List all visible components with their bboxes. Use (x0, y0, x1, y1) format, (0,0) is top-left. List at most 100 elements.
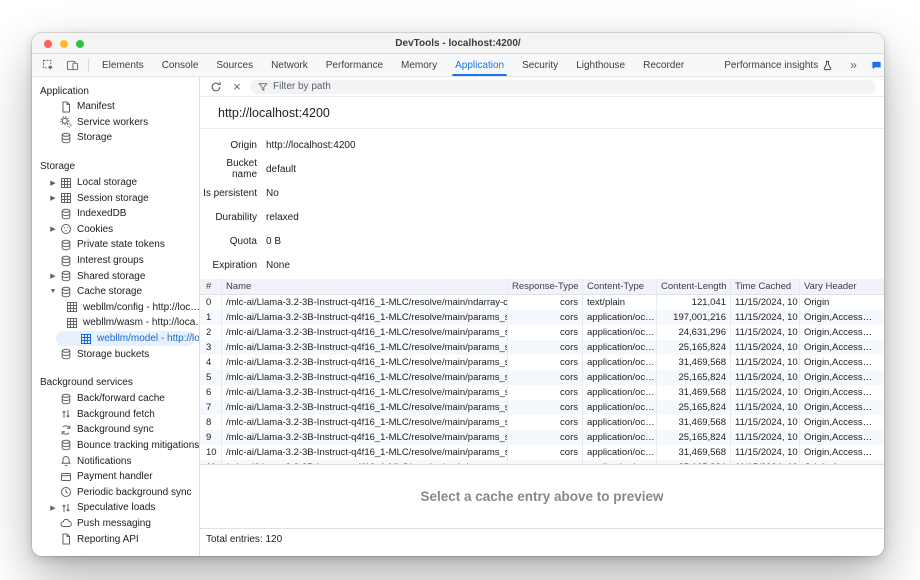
tab-security[interactable]: Security (513, 54, 567, 76)
tab-label: Memory (401, 60, 437, 71)
sidebar-item-payment-handler[interactable]: Payment handler (32, 469, 199, 485)
tab-label: Sources (216, 60, 253, 71)
sidebar-item-speculative-loads[interactable]: ▶Speculative loads (32, 500, 199, 516)
tab-network[interactable]: Network (262, 54, 317, 76)
tab-label: Network (271, 60, 308, 71)
sidebar-item-cache-storage[interactable]: ▼Cache storage (32, 284, 199, 300)
table-row[interactable]: 8/mlc-ai/Llama-3.2-3B-Instruct-q4f16_1-M… (200, 415, 884, 430)
issues-counter[interactable]: 3 (865, 60, 884, 71)
column-header-time-cached[interactable]: Time Cached (731, 279, 800, 294)
detail-row-origin: Originhttp://localhost:4200 (200, 133, 884, 157)
sidebar-item-bounce-tracking-mitigations[interactable]: Bounce tracking mitigations (32, 438, 199, 454)
column-header-vary-header[interactable]: Vary Header (800, 279, 884, 294)
sidebar-item-background-fetch[interactable]: Background fetch (32, 407, 199, 423)
tab-console[interactable]: Console (153, 54, 208, 76)
sidebar-item-shared-storage[interactable]: ▶Shared storage (32, 268, 199, 284)
sidebar-item-webllm-config-http-loc[interactable]: webllm/config - http://loc… (32, 300, 199, 316)
table-row[interactable]: 9/mlc-ai/Llama-3.2-3B-Instruct-q4f16_1-M… (200, 430, 884, 445)
bucket-details: Originhttp://localhost:4200Bucket namede… (200, 129, 884, 279)
tab-sources[interactable]: Sources (207, 54, 262, 76)
sidebar-item-private-state-tokens[interactable]: Private state tokens (32, 237, 199, 253)
refresh-icon[interactable] (208, 79, 224, 95)
cell-name: /mlc-ai/Llama-3.2-3B-Instruct-q4f16_1-ML… (222, 370, 508, 385)
cell-index: 10 (200, 445, 222, 460)
sidebar-item-webllm-model-http-loc[interactable]: webllm/model - http://loc… (56, 331, 195, 347)
tab-elements[interactable]: Elements (93, 54, 153, 76)
cell-time-cached: 11/15/2024, 10… (731, 310, 800, 325)
detail-label: Quota (200, 236, 257, 247)
sidebar-item-label: Back/forward cache (77, 393, 165, 404)
detail-label: Expiration (200, 260, 257, 271)
cell-index: 7 (200, 400, 222, 415)
database-icon (60, 393, 72, 405)
sidebar-item-back-forward-cache[interactable]: Back/forward cache (32, 391, 199, 407)
expander-collapsed-icon[interactable]: ▶ (46, 225, 60, 233)
tab-performance[interactable]: Performance (317, 54, 392, 76)
sidebar-item-label: Background fetch (77, 409, 155, 420)
table-row[interactable]: 4/mlc-ai/Llama-3.2-3B-Instruct-q4f16_1-M… (200, 355, 884, 370)
expander-collapsed-icon[interactable]: ▶ (46, 272, 60, 280)
expander-collapsed-icon[interactable]: ▶ (46, 194, 60, 202)
cell-content-length: 197,001,216 (657, 310, 731, 325)
detail-label: Is persistent (200, 188, 257, 199)
cell-content-type: text/plain (583, 295, 657, 310)
preview-placeholder: Select a cache entry above to preview (420, 489, 663, 504)
sidebar-item-storage-buckets[interactable]: Storage buckets (32, 346, 199, 362)
sidebar-item-storage[interactable]: Storage (32, 130, 199, 146)
table-row[interactable]: 0/mlc-ai/Llama-3.2-3B-Instruct-q4f16_1-M… (200, 295, 884, 310)
tab-lighthouse[interactable]: Lighthouse (567, 54, 634, 76)
table-row[interactable]: 10/mlc-ai/Llama-3.2-3B-Instruct-q4f16_1-… (200, 445, 884, 460)
column-header-[interactable]: # (200, 279, 222, 294)
table-icon (60, 192, 72, 204)
expander-expanded-icon[interactable]: ▼ (46, 288, 60, 295)
tab-recorder[interactable]: Recorder (634, 54, 693, 76)
table-row[interactable]: 5/mlc-ai/Llama-3.2-3B-Instruct-q4f16_1-M… (200, 370, 884, 385)
tab-performance-insights[interactable]: Performance insights (715, 54, 842, 76)
table-row[interactable]: 6/mlc-ai/Llama-3.2-3B-Instruct-q4f16_1-M… (200, 385, 884, 400)
cell-index: 4 (200, 355, 222, 370)
column-header-content-length[interactable]: Content-Length (657, 279, 731, 294)
expander-collapsed-icon[interactable]: ▶ (46, 179, 60, 187)
sidebar-item-indexeddb[interactable]: IndexedDB (32, 206, 199, 222)
updown-icon (60, 408, 72, 420)
device-toolbar-icon[interactable] (60, 54, 84, 76)
cell-vary-header: Origin,Access… (800, 445, 884, 460)
sidebar-item-notifications[interactable]: Notifications (32, 453, 199, 469)
column-header-response-type[interactable]: Response-Type (508, 279, 583, 294)
sidebar-item-label: Cookies (77, 224, 113, 235)
sidebar-item-push-messaging[interactable]: Push messaging (32, 516, 199, 532)
filter-input[interactable] (273, 81, 868, 92)
cell-vary-header: Origin (800, 295, 884, 310)
sidebar-item-local-storage[interactable]: ▶Local storage (32, 175, 199, 191)
expander-collapsed-icon[interactable]: ▶ (46, 504, 60, 512)
sidebar-item-interest-groups[interactable]: Interest groups (32, 253, 199, 269)
database-icon (60, 270, 72, 282)
sidebar-item-label: Payment handler (77, 471, 153, 482)
table-row[interactable]: 3/mlc-ai/Llama-3.2-3B-Instruct-q4f16_1-M… (200, 340, 884, 355)
more-tabs-button[interactable]: » (842, 58, 865, 72)
column-header-content-type[interactable]: Content-Type (583, 279, 657, 294)
cell-response-type: cors (508, 325, 583, 340)
table-header-row: #NameResponse-TypeContent-TypeContent-Le… (200, 279, 884, 295)
tab-application[interactable]: Application (446, 54, 513, 76)
sidebar-item-reporting-api[interactable]: Reporting API (32, 531, 199, 547)
sidebar-item-periodic-background-sync[interactable]: Periodic background sync (32, 484, 199, 500)
sidebar-item-session-storage[interactable]: ▶Session storage (32, 190, 199, 206)
sidebar-item-cookies[interactable]: ▶ Cookies (32, 222, 199, 238)
sidebar-item-webllm-wasm-http-loca[interactable]: webllm/wasm - http://loca… (32, 315, 199, 331)
clear-icon[interactable]: × (229, 79, 245, 95)
sidebar-item-manifest[interactable]: Manifest (32, 99, 199, 115)
sidebar-item-background-sync[interactable]: Background sync (32, 422, 199, 438)
sidebar-item-service-workers[interactable]: Service workers (32, 115, 199, 131)
detail-row-is-persistent: Is persistentNo (200, 181, 884, 205)
file-icon (60, 533, 72, 545)
column-header-name[interactable]: Name (222, 279, 508, 294)
filter-field[interactable] (250, 80, 876, 94)
cell-index: 2 (200, 325, 222, 340)
card-icon (60, 471, 72, 483)
table-row[interactable]: 7/mlc-ai/Llama-3.2-3B-Instruct-q4f16_1-M… (200, 400, 884, 415)
inspect-element-icon[interactable] (36, 54, 60, 76)
table-row[interactable]: 2/mlc-ai/Llama-3.2-3B-Instruct-q4f16_1-M… (200, 325, 884, 340)
tab-memory[interactable]: Memory (392, 54, 446, 76)
table-row[interactable]: 1/mlc-ai/Llama-3.2-3B-Instruct-q4f16_1-M… (200, 310, 884, 325)
